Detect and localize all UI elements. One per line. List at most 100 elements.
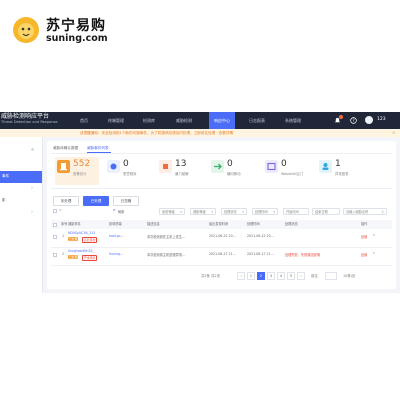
start-date-select[interactable]: 开始时间 — [283, 208, 309, 215]
user-name[interactable]: 123 — [377, 117, 386, 122]
end-date-select[interactable]: 结束日期 — [312, 208, 340, 215]
stat-value: 0 — [123, 159, 129, 169]
filter-unhandled-button[interactable]: 未处理 — [53, 196, 79, 206]
table-row[interactable]: 1 HD0SyAC1N_311 已处理 高危风险 host-pc... 本次检测… — [51, 230, 392, 248]
sidebar-item-6[interactable] — [0, 219, 42, 231]
collapse-icon[interactable]: « — [31, 147, 34, 153]
platform-title: 威胁检测响应平台 — [1, 113, 50, 120]
search-icon[interactable]: ⚲ — [382, 209, 384, 214]
host-link[interactable]: Suning... — [109, 252, 123, 256]
chevron-down-icon: ▾ — [211, 210, 213, 214]
col-action: 操作 — [361, 222, 368, 226]
page-size-select[interactable]: 10条/页 — [343, 272, 355, 280]
row-desc: 本次检测到主机进程异常... — [147, 253, 186, 257]
notice-banner: 该提醒通知：安全检测到1个新的可疑事件，为了防御风险请及时处理，立即前往处理 ·… — [0, 129, 400, 137]
platform-brand: 威胁检测响应平台 Threat Detection and Response — [0, 113, 72, 128]
handle-button[interactable]: 处置 — [361, 234, 367, 239]
nav-system[interactable]: 系统管理 — [281, 112, 305, 129]
stat-bruteforce[interactable]: 13 暴力破解 — [159, 157, 203, 185]
handle-time-select[interactable]: 处理时间 ▾ — [252, 208, 278, 215]
filter-ignored-button[interactable]: 已忽略 — [113, 196, 139, 206]
platform-subtitle: Threat Detection and Response — [1, 120, 58, 124]
row-index: 2 — [62, 252, 65, 256]
stat-label: 异常登录 — [335, 172, 349, 176]
chevron-down-icon: ▾ — [242, 210, 244, 214]
refresh-icon[interactable]: ⟳ — [113, 208, 116, 212]
sidebar-item-events[interactable]: 事件 — [0, 171, 42, 183]
severity-select[interactable]: 危险等级 ▾ — [159, 208, 185, 215]
col-status: 处理状态 — [285, 222, 298, 226]
stat-abnormal-login[interactable]: 1 异常登录 — [319, 157, 363, 185]
nav-home[interactable]: 首页 — [76, 112, 92, 129]
page-button[interactable]: 5 — [287, 272, 295, 280]
table-row[interactable]: 2 SvcghostWin32_ 已处理 严重风险 Suning... 本次检测… — [51, 248, 392, 266]
host-link[interactable]: host-pc... — [109, 234, 124, 238]
stat-label: 恶意程序 — [123, 172, 137, 176]
threat-level-select[interactable]: 威胁等级 ▾ — [190, 208, 216, 215]
stat-webshell[interactable]: 0 Webshell后门 — [265, 157, 313, 185]
jump-input[interactable] — [325, 272, 337, 280]
more-dropdown-icon[interactable]: ▾ — [373, 251, 375, 255]
filter-handled-button[interactable]: 已处理 — [83, 196, 109, 206]
stat-malware[interactable]: 0 恶意程序 — [107, 157, 151, 185]
sidebar-item-1[interactable] — [0, 159, 42, 171]
next-page-button[interactable]: › — [297, 272, 305, 280]
logo-text-en: suning.com — [46, 33, 108, 44]
stat-value: 0 — [227, 159, 233, 169]
jump-label: 前往 — [311, 274, 318, 278]
stat-label: 暴力破解 — [175, 172, 189, 176]
search-placeholder: 请输入威胁名称 — [346, 210, 369, 214]
header-checkbox[interactable] — [53, 222, 57, 227]
event-name-link[interactable]: HD0SyAC1N_311 — [68, 231, 95, 235]
app-window: 威胁检测响应平台 Threat Detection and Response 首… — [0, 112, 400, 293]
more-dropdown-icon[interactable]: ▾ — [373, 233, 375, 237]
nav-threat[interactable]: 威胁检测 — [172, 112, 196, 129]
page-button[interactable]: 1 — [247, 272, 255, 280]
handle-button[interactable]: 处置 — [361, 252, 367, 257]
top-navbar: 威胁检测响应平台 Threat Detection and Response 首… — [0, 112, 400, 129]
sidebar-item-label: 影 — [2, 198, 6, 202]
status-select[interactable]: 处理状态 ▾ — [221, 208, 247, 215]
stat-label: 告警总计 — [73, 172, 87, 176]
stat-lateral[interactable]: 0 横向移动 — [211, 157, 255, 185]
chevron-down-icon: ▾ — [273, 210, 275, 214]
avatar[interactable] — [365, 116, 373, 124]
col-found: 最近发现时间 — [209, 222, 229, 226]
tab-threat-pending[interactable]: 威胁待确认数据 — [53, 145, 78, 152]
select-all-checkbox[interactable] — [53, 209, 57, 213]
help-icon[interactable]: ? — [350, 117, 357, 124]
chevron-down-icon: ▾ — [180, 210, 182, 214]
page-button[interactable]: 4 — [277, 272, 285, 280]
col-handled: 处理时间 — [247, 222, 260, 226]
prev-page-button[interactable]: ‹ — [237, 272, 245, 280]
sidebar-item-3[interactable]: › — [0, 183, 42, 195]
refresh-label[interactable]: 刷新 — [118, 209, 124, 214]
sidebar: « 事件 › 影 › — [0, 137, 43, 293]
nav-response[interactable]: 响应中心 — [209, 112, 235, 129]
row-checkbox[interactable] — [53, 253, 57, 257]
nav-detect-lib[interactable]: 检测库 — [138, 112, 160, 129]
search-input[interactable]: 请输入威胁名称 ⚲ — [343, 208, 387, 215]
close-icon[interactable]: × — [392, 130, 395, 136]
stat-label: 横向移动 — [227, 172, 241, 176]
shell-icon — [265, 160, 278, 173]
sidebar-item-label: 事件 — [2, 174, 10, 178]
event-name-link[interactable]: SvcghostWin32_ — [68, 249, 94, 253]
sidebar-item-5[interactable]: › — [0, 207, 42, 219]
nav-terminal[interactable]: 终端管理 — [104, 112, 128, 129]
page-button[interactable]: 3 — [267, 272, 275, 280]
row-found-time: 2021-06-27 21... — [209, 252, 236, 256]
crack-icon — [159, 160, 172, 173]
col-event: 威胁事件 — [68, 222, 81, 226]
stat-label: Webshell后门 — [281, 172, 304, 176]
lion-mascot-icon — [13, 17, 39, 43]
sidebar-item-4[interactable]: 影 — [0, 195, 42, 207]
page-button[interactable]: 2 — [257, 272, 265, 280]
stat-total[interactable]: 552 告警总计 — [55, 157, 99, 185]
nav-logs[interactable]: 日志报表 — [245, 112, 269, 129]
logo-text-cn: 苏宁易购 — [46, 18, 106, 34]
row-checkbox[interactable] — [53, 235, 57, 239]
batch-action-icon[interactable]: ⊘ — [59, 208, 62, 212]
select-value: 结束日期 — [315, 210, 328, 214]
tab-threat-events[interactable]: 威胁事件列表 — [87, 145, 109, 152]
